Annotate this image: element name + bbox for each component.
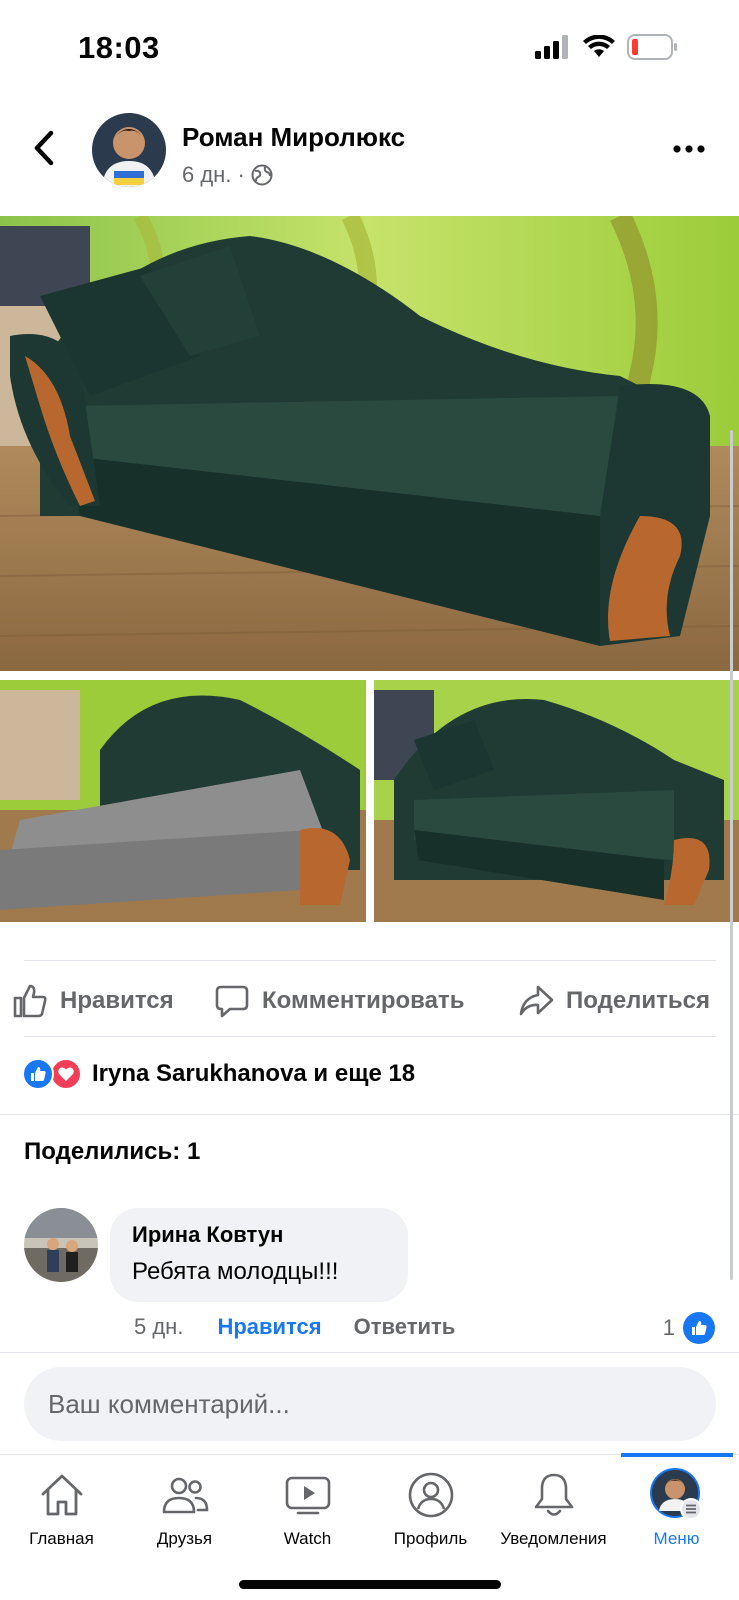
comment-like-count-value: 1: [662, 1315, 675, 1340]
comment-like-button[interactable]: Нравится: [217, 1314, 321, 1340]
post-age[interactable]: 6 дн.: [182, 162, 231, 188]
comment-reply-button[interactable]: Ответить: [354, 1314, 456, 1340]
post-actions: Нравится Комментировать Поделиться: [0, 968, 739, 1034]
post-photo-right[interactable]: [374, 680, 739, 922]
divider-top: [24, 960, 716, 961]
author-name[interactable]: Роман Миролюкс: [182, 122, 405, 153]
comment-label: Комментировать: [262, 987, 465, 1014]
divider-actions: [24, 1036, 716, 1037]
comment-button[interactable]: Комментировать: [214, 968, 464, 1034]
shares-count[interactable]: Поделились: 1: [24, 1138, 200, 1166]
nav-menu-label: Меню: [653, 1529, 700, 1548]
profile-icon: [408, 1472, 453, 1518]
more-dots-icon: [673, 145, 705, 153]
comment-input[interactable]: [24, 1367, 716, 1441]
thumbs-up-icon: [13, 984, 47, 1018]
globe-icon: [251, 164, 273, 186]
nav-menu[interactable]: Меню: [615, 1455, 738, 1573]
home-icon: [41, 1474, 82, 1516]
share-label: Поделиться: [566, 987, 711, 1014]
author-avatar[interactable]: [92, 113, 166, 187]
comment-age: 5 дн.: [134, 1314, 184, 1339]
nav-profile[interactable]: Профиль: [369, 1455, 492, 1573]
comment-bubble: Ирина Ковтун Ребята молодцы!!!: [110, 1208, 408, 1302]
post-meta: 6 дн. ·: [182, 162, 273, 188]
divider-reactions: [0, 1114, 739, 1115]
love-reaction-icon: [50, 1058, 82, 1090]
post-photo-main[interactable]: [0, 216, 739, 671]
cellular-signal-icon: [535, 35, 568, 59]
meta-separator: ·: [237, 162, 245, 187]
nav-watch-label: Watch: [283, 1529, 332, 1548]
nav-notifications-label: Уведомления: [500, 1529, 607, 1548]
nav-friends-label: Друзья: [156, 1529, 213, 1548]
status-time: 18:03: [78, 30, 160, 65]
scrollbar[interactable]: [730, 430, 733, 1280]
nav-notifications[interactable]: Уведомления: [492, 1455, 615, 1573]
nav-home-label: Главная: [29, 1529, 94, 1548]
battery-icon: [627, 34, 677, 60]
menu-avatar-icon: [649, 1468, 702, 1520]
comment-composer: [24, 1367, 716, 1441]
bell-icon: [534, 1473, 573, 1516]
nav-home[interactable]: Главная: [0, 1455, 123, 1573]
post-photo-left[interactable]: [0, 680, 366, 922]
commenter-avatar[interactable]: [24, 1208, 98, 1282]
reactions-summary[interactable]: Iryna Sarukhanova и еще 18: [22, 1058, 415, 1090]
wifi-icon: [583, 35, 615, 57]
like-label: Нравится: [60, 987, 174, 1014]
bottom-nav: Главная Друзья Watch Профиль Уведомления…: [0, 1453, 739, 1573]
nav-friends[interactable]: Друзья: [123, 1455, 246, 1573]
chevron-left-icon: [34, 130, 54, 166]
more-options-button[interactable]: [669, 134, 709, 164]
comment-meta: 5 дн. Нравится Ответить: [134, 1314, 455, 1340]
share-arrow-icon: [519, 985, 554, 1016]
status-bar: 18:03: [0, 0, 739, 100]
reactions-text: Iryna Sarukhanova и еще 18: [92, 1060, 416, 1087]
commenter-name[interactable]: Ирина Ковтун: [132, 1222, 386, 1248]
home-indicator[interactable]: [239, 1580, 501, 1589]
like-badge-icon: [683, 1312, 715, 1344]
back-button[interactable]: [26, 128, 62, 168]
divider-composer: [0, 1352, 739, 1353]
post-header: Роман Миролюкс 6 дн. ·: [0, 108, 739, 190]
like-button[interactable]: Нравится: [12, 968, 174, 1034]
comment-text: Ребята молодцы!!!: [132, 1258, 339, 1285]
comment-icon: [215, 985, 249, 1018]
nav-profile-label: Профиль: [393, 1529, 468, 1548]
like-reaction-icon: [22, 1058, 54, 1090]
watch-video-icon: [285, 1476, 330, 1515]
friends-icon: [162, 1477, 208, 1514]
comment-like-count[interactable]: 1: [663, 1312, 715, 1344]
share-button[interactable]: Поделиться: [518, 968, 710, 1034]
nav-watch[interactable]: Watch: [246, 1455, 369, 1573]
status-icons: [535, 34, 679, 60]
